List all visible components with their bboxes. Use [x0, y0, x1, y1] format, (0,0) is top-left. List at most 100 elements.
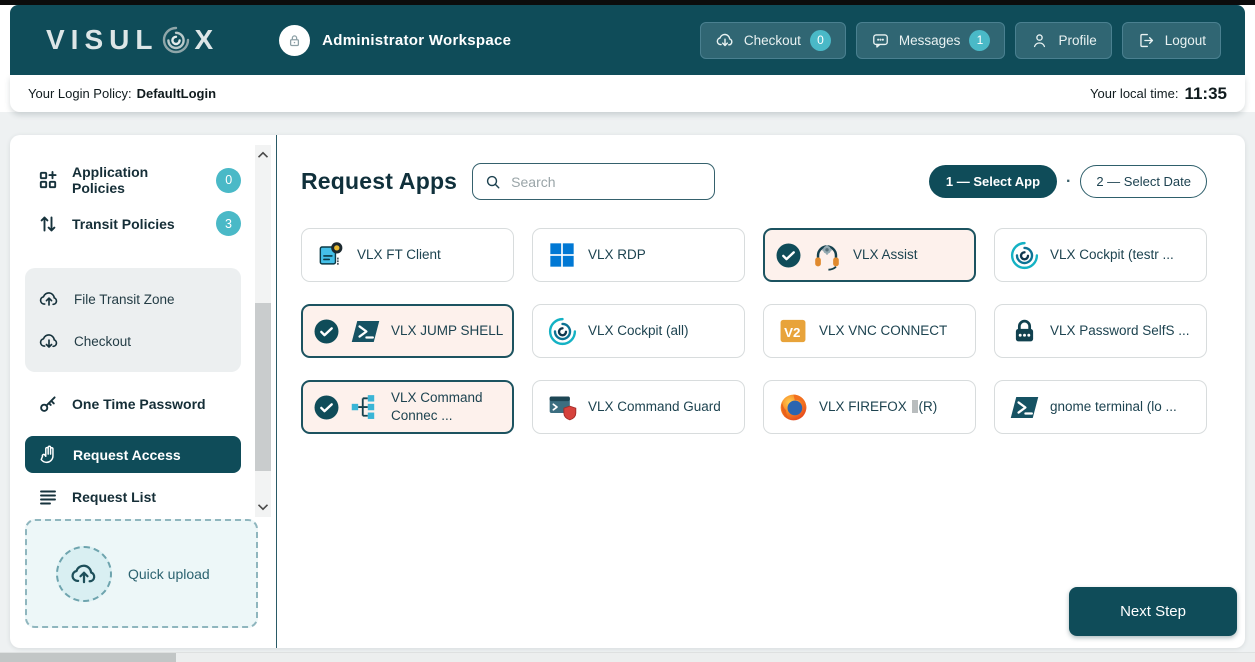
app-card[interactable]: VLX Cockpit (all) [532, 304, 745, 358]
sidebar-item-label: File Transit Zone [74, 292, 175, 307]
wizard-steps: 1 — Select App · 2 — Select Date [929, 165, 1207, 198]
app-name: VLX RDP [588, 246, 646, 264]
app-name: gnome terminal (lo ... [1050, 398, 1177, 416]
cloud-upload-icon [69, 559, 99, 589]
firefox-icon [776, 390, 810, 424]
app-card[interactable]: gnome terminal (lo ... [994, 380, 1207, 434]
search-icon [485, 173, 501, 191]
logo-spiral-icon [160, 24, 192, 56]
hand-icon [38, 444, 60, 466]
powershell-icon [1007, 390, 1041, 424]
header-actions: Checkout 0 Messages 1 Profile Logout [700, 22, 1221, 59]
command-guard-icon [545, 390, 579, 424]
workspace-title: Administrator Workspace [322, 32, 511, 49]
selected-check-icon [314, 319, 339, 344]
search-box [472, 163, 715, 200]
horizontal-scrollbar[interactable] [0, 652, 1255, 662]
logo-text-suffix: X [194, 24, 219, 56]
cloud-download-icon [715, 30, 735, 50]
assist-icon [810, 238, 844, 272]
logout-label: Logout [1165, 33, 1206, 48]
padlock-icon [1007, 314, 1041, 348]
cockpit-icon [1007, 238, 1041, 272]
sidebar-item-one-time-password[interactable]: One Time Password [38, 394, 241, 414]
app-name: VLX Cockpit (all) [588, 322, 689, 340]
search-input[interactable] [509, 173, 702, 191]
quick-upload-dropzone[interactable]: Quick upload [25, 519, 258, 628]
sidebar-item-label: Request Access [73, 447, 181, 463]
svg-text:V2: V2 [784, 325, 800, 340]
app-name: VLX Assist [853, 246, 918, 264]
main-content: Request Apps 1 — Select App · 2 — Select… [278, 135, 1245, 648]
transit-policies-badge: 3 [216, 211, 241, 236]
step-select-app[interactable]: 1 — Select App [929, 165, 1057, 198]
logo-text-prefix: VISUL [46, 24, 158, 56]
message-icon [871, 31, 890, 50]
text-cursor-artifact [912, 400, 918, 413]
cockpit-icon [545, 314, 579, 348]
transit-arrows-icon [38, 214, 58, 234]
app-name: VLX JUMP SHELL [391, 322, 503, 340]
app-name: VLX Cockpit (testr ... [1050, 246, 1174, 264]
app-card[interactable]: VLX Command Connec ... [301, 380, 514, 434]
local-time-label: Your local time: [1090, 86, 1178, 101]
sidebar-item-label: Request List [72, 489, 156, 505]
key-icon [38, 394, 58, 414]
local-time: Your local time: 11:35 [1090, 84, 1227, 104]
command-connect-icon [348, 390, 382, 424]
powershell-icon [348, 314, 382, 348]
visulox-logo: VISUL X [46, 24, 219, 56]
app-card[interactable]: VLX Assist [763, 228, 976, 282]
sidebar-scrollbar[interactable] [255, 145, 271, 517]
step-separator: · [1066, 173, 1071, 191]
sidebar-item-label: Application Policies [72, 164, 202, 196]
profile-icon [1030, 31, 1049, 50]
selected-check-icon [314, 395, 339, 420]
list-icon [38, 487, 58, 507]
logout-icon [1137, 31, 1156, 50]
local-time-value: 11:35 [1184, 84, 1227, 104]
app-card[interactable]: VLX Password SelfS ... [994, 304, 1207, 358]
ft-client-icon [314, 238, 348, 272]
login-policy-value: DefaultLogin [137, 86, 216, 101]
sidebar-item-label: One Time Password [72, 396, 206, 412]
profile-button[interactable]: Profile [1015, 22, 1111, 59]
app-card[interactable]: VLX FT Client [301, 228, 514, 282]
next-step-button[interactable]: Next Step [1069, 587, 1237, 636]
sidebar-item-request-list[interactable]: Request List [38, 487, 241, 507]
chevron-up-icon[interactable] [257, 149, 269, 161]
app-card[interactable]: V2VLX VNC CONNECT [763, 304, 976, 358]
app-card[interactable]: VLX FIREFOX (R) [763, 380, 976, 434]
quick-upload-label: Quick upload [128, 566, 210, 582]
app-card[interactable]: VLX Cockpit (testr ... [994, 228, 1207, 282]
app-name: VLX Command Guard [588, 398, 721, 416]
sidebar-item-label: Transit Policies [72, 216, 175, 232]
sidebar-item-application-policies[interactable]: Application Policies 0 [38, 164, 241, 196]
app-card[interactable]: VLX Command Guard [532, 380, 745, 434]
app-card[interactable]: VLX JUMP SHELL [301, 304, 514, 358]
quick-upload-circle [56, 546, 112, 602]
horizontal-scrollbar-thumb[interactable] [0, 653, 176, 662]
sidebar: Application Policies 0 Transit Policies … [10, 135, 277, 648]
checkout-button[interactable]: Checkout 0 [700, 22, 846, 59]
login-policy-bar: Your Login Policy: DefaultLogin Your loc… [10, 75, 1245, 112]
sidebar-item-request-access[interactable]: Request Access [25, 436, 241, 473]
messages-button[interactable]: Messages 1 [856, 22, 1006, 59]
sidebar-item-label: Checkout [74, 334, 131, 349]
profile-label: Profile [1058, 33, 1096, 48]
app-name: VLX Password SelfS ... [1050, 322, 1190, 340]
application-policies-badge: 0 [216, 168, 241, 193]
main-header-row: Request Apps 1 — Select App · 2 — Select… [301, 163, 1207, 200]
sidebar-scrollbar-thumb[interactable] [255, 303, 271, 471]
messages-label: Messages [899, 33, 961, 48]
logout-button[interactable]: Logout [1122, 22, 1221, 59]
sidebar-group-transit: File Transit Zone Checkout [25, 268, 241, 372]
grid-plus-icon [38, 170, 58, 190]
sidebar-item-transit-policies[interactable]: Transit Policies 3 [38, 211, 241, 236]
login-policy-label: Your Login Policy: [28, 86, 132, 101]
sidebar-item-checkout[interactable]: Checkout [25, 320, 241, 362]
sidebar-item-file-transit-zone[interactable]: File Transit Zone [25, 278, 241, 320]
chevron-down-icon[interactable] [257, 501, 269, 513]
step-select-date[interactable]: 2 — Select Date [1080, 165, 1207, 198]
app-card[interactable]: VLX RDP [532, 228, 745, 282]
